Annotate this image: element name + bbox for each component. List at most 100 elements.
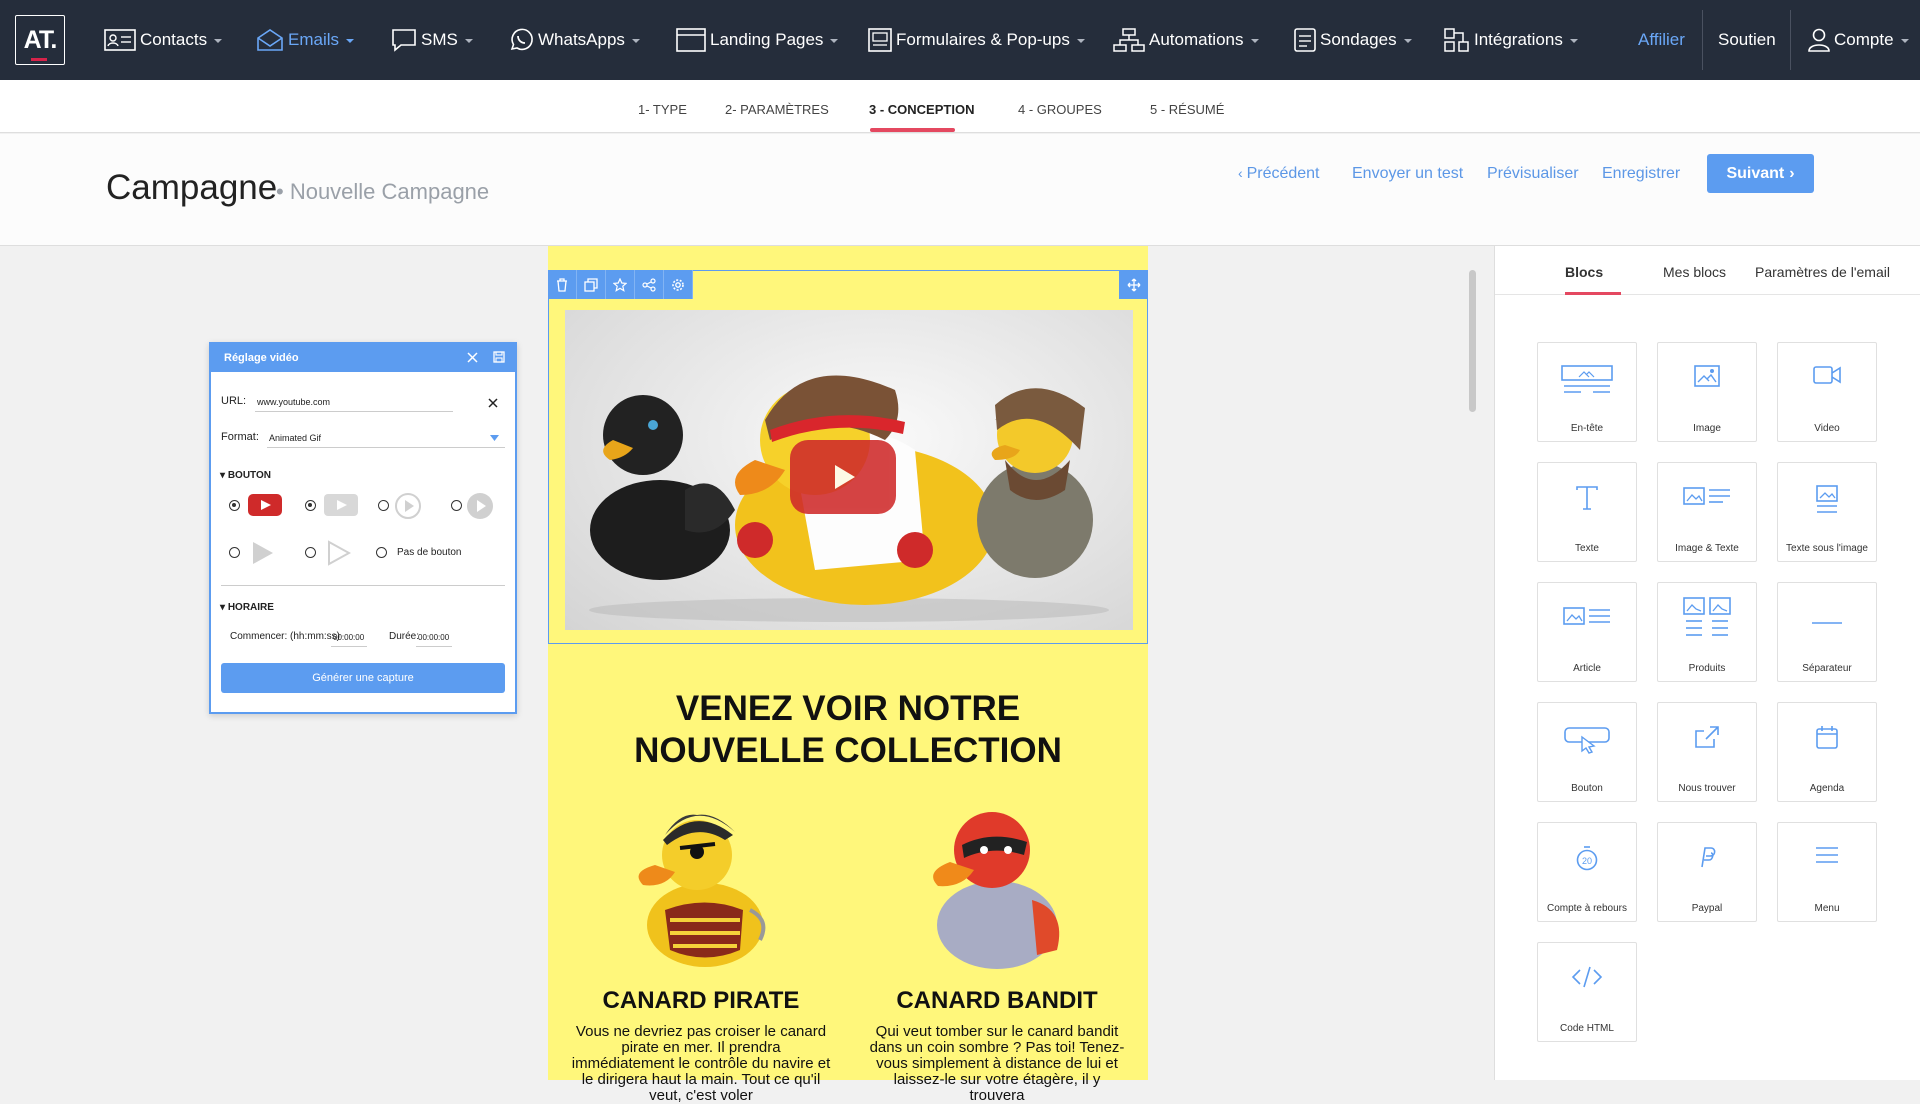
app-logo[interactable]: AT. bbox=[15, 15, 65, 65]
no-button-label: Pas de bouton bbox=[397, 547, 462, 558]
nav-formulaires[interactable]: Formulaires & Pop-ups bbox=[868, 24, 1085, 56]
clear-url-icon[interactable] bbox=[488, 398, 498, 408]
block-label: Paypal bbox=[1691, 903, 1723, 914]
nav-automations[interactable]: Automations bbox=[1113, 24, 1259, 56]
duration-label: Durée: bbox=[389, 631, 420, 642]
chevron-down-icon[interactable] bbox=[490, 435, 499, 441]
page-title: Campagne bbox=[106, 168, 278, 207]
product-desc-pirate[interactable]: Vous ne devriez pas croiser le canard pi… bbox=[571, 1024, 831, 1104]
button-style-radio-5[interactable] bbox=[229, 547, 240, 558]
previous-button[interactable]: ‹ Précédent bbox=[1238, 165, 1320, 183]
block-texte[interactable]: Texte bbox=[1537, 462, 1637, 562]
move-block-handle[interactable] bbox=[1119, 270, 1148, 299]
product-name-bandit[interactable]: CANARD BANDIT bbox=[852, 987, 1142, 1015]
nav-soutien[interactable]: Soutien bbox=[1718, 24, 1776, 56]
preview-button[interactable]: Prévisualiser bbox=[1487, 165, 1579, 183]
block-settings-button[interactable] bbox=[664, 270, 693, 299]
chevron-down-icon bbox=[1076, 39, 1085, 43]
step-parametres[interactable]: 2- PARAMÈTRES bbox=[725, 102, 829, 117]
block-image[interactable]: Image bbox=[1657, 342, 1757, 442]
duration-underline bbox=[416, 646, 452, 647]
tab-blocs[interactable]: Blocs bbox=[1565, 264, 1603, 280]
trash-icon bbox=[557, 277, 567, 292]
save-button[interactable]: Enregistrer bbox=[1602, 165, 1680, 183]
block-code-html[interactable]: Code HTML bbox=[1537, 942, 1637, 1042]
product-desc-bandit[interactable]: Qui veut tomber sur le canard bandit dan… bbox=[867, 1024, 1127, 1104]
duplicate-block-button[interactable] bbox=[577, 270, 606, 299]
block-agenda[interactable]: Agenda bbox=[1777, 702, 1877, 802]
block-label: Texte bbox=[1575, 543, 1599, 554]
step-resume[interactable]: 5 - RÉSUMÉ bbox=[1150, 102, 1224, 117]
start-time-input[interactable]: 00:00:00 bbox=[333, 633, 364, 642]
no-button-radio[interactable] bbox=[376, 547, 387, 558]
chevron-down-icon bbox=[1250, 39, 1259, 43]
step-conception[interactable]: 3 - CONCEPTION bbox=[869, 102, 974, 117]
nav-sondages[interactable]: Sondages bbox=[1294, 24, 1412, 56]
button-style-radio-3[interactable] bbox=[378, 500, 389, 511]
send-test-button[interactable]: Envoyer un test bbox=[1352, 165, 1463, 183]
menu-icon bbox=[1816, 847, 1838, 863]
nav-integrations[interactable]: Intégrations bbox=[1444, 24, 1578, 56]
block-en-tete[interactable]: En-tête bbox=[1537, 342, 1637, 442]
block-article[interactable]: Article bbox=[1537, 582, 1637, 682]
find-us-icon bbox=[1695, 726, 1719, 748]
button-style-radio-2[interactable] bbox=[305, 500, 316, 511]
nav-sondages-label: Sondages bbox=[1320, 30, 1397, 49]
tab-email-settings[interactable]: Paramètres de l'email bbox=[1755, 264, 1890, 280]
tabs-border bbox=[1495, 294, 1920, 295]
pirate-duck-image[interactable] bbox=[625, 800, 775, 970]
generate-capture-button[interactable]: Générer une capture bbox=[221, 663, 505, 693]
block-compte-a-rebours[interactable]: 20 Compte à rebours bbox=[1537, 822, 1637, 922]
button-section-toggle[interactable]: ▾ BOUTON bbox=[220, 470, 271, 481]
move-icon bbox=[1127, 278, 1140, 291]
nav-contacts[interactable]: Contacts bbox=[104, 24, 223, 56]
collection-heading[interactable]: VENEZ VOIR NOTRE NOUVELLE COLLECTION bbox=[548, 688, 1148, 772]
favorite-block-button[interactable] bbox=[606, 270, 635, 299]
duration-input[interactable]: 00:00:00 bbox=[418, 633, 449, 642]
soutien-label: Soutien bbox=[1718, 30, 1776, 49]
nav-affilier[interactable]: Affilier bbox=[1638, 24, 1685, 56]
button-style-radio-4[interactable] bbox=[451, 500, 462, 511]
button-style-radio-6[interactable] bbox=[305, 547, 316, 558]
block-label: En-tête bbox=[1570, 423, 1604, 434]
section-divider bbox=[221, 585, 505, 586]
nav-compte[interactable]: Compte bbox=[1808, 24, 1909, 56]
canvas-scrollbar[interactable] bbox=[1469, 270, 1476, 412]
block-video[interactable]: Video bbox=[1777, 342, 1877, 442]
envelope-icon bbox=[257, 29, 283, 51]
url-label: URL: bbox=[221, 395, 247, 407]
url-underline bbox=[255, 411, 453, 412]
product-name-pirate[interactable]: CANARD PIRATE bbox=[556, 987, 846, 1015]
block-produits[interactable]: Produits bbox=[1657, 582, 1757, 682]
nav-sms[interactable]: SMS bbox=[391, 24, 473, 56]
block-label: Texte sous l'image bbox=[1786, 543, 1868, 554]
nav-whatsapps[interactable]: WhatsApps bbox=[508, 24, 640, 56]
format-select[interactable]: Animated Gif bbox=[269, 433, 321, 443]
block-label: Article bbox=[1573, 663, 1601, 674]
nav-integrations-label: Intégrations bbox=[1474, 30, 1563, 49]
youtube-red-play-icon bbox=[248, 494, 282, 516]
save-icon[interactable] bbox=[493, 351, 505, 363]
bandit-duck-image[interactable] bbox=[922, 800, 1072, 970]
next-button[interactable]: Suivant › bbox=[1707, 154, 1814, 193]
block-bouton[interactable]: Bouton bbox=[1537, 702, 1637, 802]
block-menu[interactable]: Menu bbox=[1777, 822, 1877, 922]
block-paypal[interactable]: Paypal bbox=[1657, 822, 1757, 922]
schedule-section-toggle[interactable]: ▾ HORAIRE bbox=[220, 602, 274, 613]
step-type[interactable]: 1- TYPE bbox=[638, 102, 687, 117]
tab-mes-blocs[interactable]: Mes blocs bbox=[1663, 264, 1726, 280]
url-input[interactable]: www.youtube.com bbox=[257, 397, 330, 407]
chevron-down-icon bbox=[631, 39, 640, 43]
nav-emails[interactable]: Emails bbox=[256, 24, 355, 56]
block-texte-sous-image[interactable]: Texte sous l'image bbox=[1777, 462, 1877, 562]
delete-block-button[interactable] bbox=[548, 270, 577, 299]
close-icon[interactable] bbox=[467, 352, 478, 363]
share-block-button[interactable] bbox=[635, 270, 664, 299]
step-groupes[interactable]: 4 - GROUPES bbox=[1018, 102, 1102, 117]
affilier-label: Affilier bbox=[1638, 30, 1685, 49]
nav-landing-pages[interactable]: Landing Pages bbox=[676, 24, 839, 56]
button-style-radio-1[interactable] bbox=[229, 500, 240, 511]
block-separateur[interactable]: Séparateur bbox=[1777, 582, 1877, 682]
block-nous-trouver[interactable]: Nous trouver bbox=[1657, 702, 1757, 802]
block-image-texte[interactable]: Image & Texte bbox=[1657, 462, 1757, 562]
